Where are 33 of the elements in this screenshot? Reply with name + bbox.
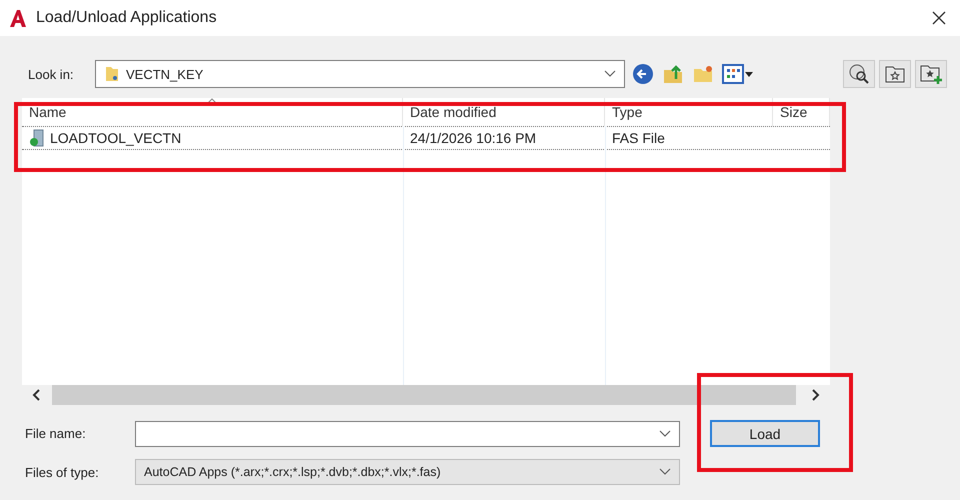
column-header[interactable]: Type	[605, 98, 773, 126]
files-of-type-dropdown[interactable]: AutoCAD Apps (*.arx;*.crx;*.lsp;*.dvb;*.dbx;*.vlx;*.fas)	[135, 459, 680, 485]
app-logo-icon	[8, 8, 28, 28]
add-favorite-button[interactable]	[915, 60, 947, 88]
file-name-field[interactable]	[135, 420, 680, 446]
up-folder-icon[interactable]	[662, 63, 684, 85]
window-title: Load/Unload Applications	[36, 9, 218, 27]
look-in-dropdown[interactable]: VECTN_KEY	[95, 60, 625, 88]
folder-icon	[104, 65, 120, 83]
look-in-label: Look in:	[28, 66, 75, 82]
file-name-label: File name:	[25, 426, 87, 441]
cell-text: 24/1/2026 10:16 PM	[410, 130, 536, 146]
column-header[interactable]: Date modified	[403, 98, 605, 126]
globe-search-icon	[848, 63, 870, 85]
new-folder-icon[interactable]	[692, 63, 714, 85]
cell-text: FAS File	[612, 130, 665, 146]
back-icon[interactable]	[632, 63, 654, 85]
file-row[interactable]: LOADTOOL_VECTN 24/1/2026 10:16 PM FAS File	[22, 126, 830, 150]
add-star-folder-icon	[919, 63, 943, 85]
files-of-type-label: Files of type:	[25, 464, 100, 480]
favorites-button[interactable]	[879, 60, 911, 88]
star-folder-icon	[884, 64, 906, 84]
scroll-right-icon[interactable]	[810, 389, 820, 401]
load-button[interactable]: Load	[710, 420, 820, 447]
files-of-type-value: AutoCAD Apps (*.arx;*.crx;*.lsp;*.dvb;*.dbx;*.vlx;*.fas)	[144, 465, 442, 479]
cell-text: LOADTOOL_VECTN	[50, 130, 182, 146]
column-header[interactable]: Size	[773, 98, 830, 126]
search-web-button[interactable]	[843, 60, 875, 88]
scroll-left-icon[interactable]	[32, 389, 42, 401]
close-icon[interactable]	[932, 11, 946, 25]
look-in-value: VECTN_KEY	[126, 66, 204, 82]
column-header[interactable]: Name	[22, 98, 403, 126]
views-menu-icon[interactable]	[722, 63, 754, 85]
